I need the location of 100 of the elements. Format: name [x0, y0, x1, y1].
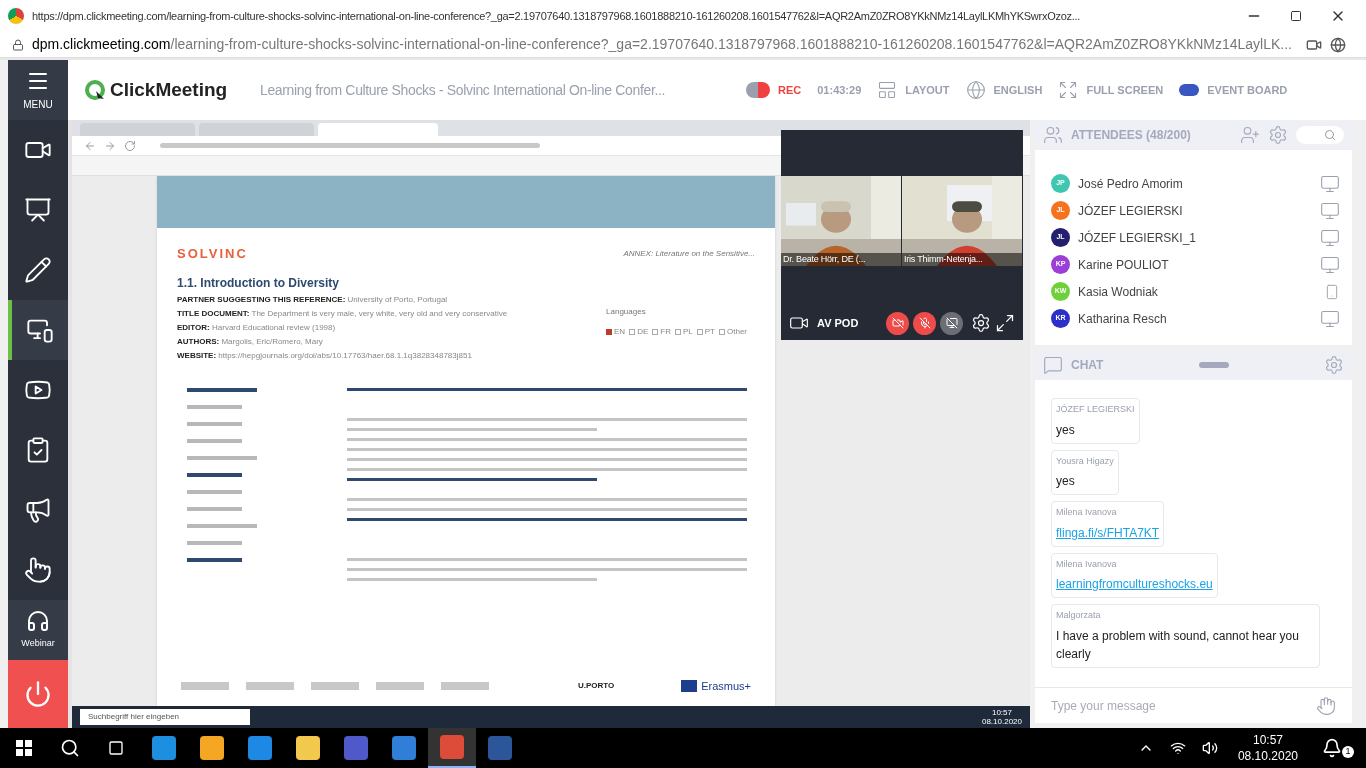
message-text: yes: [1056, 421, 1076, 439]
taskbar-app-icon[interactable]: [200, 736, 224, 760]
sidebar-item[interactable]: [8, 300, 68, 360]
media-toggle-button[interactable]: [940, 311, 963, 335]
chat-title: CHAT: [1071, 357, 1104, 374]
attendee-name[interactable]: Karine POULIOT: [1078, 255, 1312, 274]
language-label: DE: [637, 325, 649, 338]
chrome-icon: [8, 8, 24, 24]
expand-icon[interactable]: [995, 313, 1015, 333]
language-label: PT: [704, 325, 715, 338]
erasmus-logo: Erasmus+: [701, 678, 751, 694]
language-checkbox[interactable]: [719, 328, 725, 335]
message-author: Milena Ivanova: [1056, 506, 1118, 519]
message-field[interactable]: Type your message: [1035, 687, 1352, 723]
window-title: https://dpm.clickmeeting.com/learning-from-culture-shocks-solvinc-international-on-line-conference?_ga=2.19707640.1318797968.1601888210-161260208.1601547762&l=AQR2AmZ0ZRO8YKkNMz14LaylLKMhYKSwrxOzoz...: [32, 8, 1082, 24]
rec-label: REC: [778, 82, 802, 98]
attendee-name[interactable]: Kasia Wodniak: [1078, 282, 1316, 301]
language-checkbox[interactable]: [629, 328, 636, 335]
menu-button[interactable]: MENU: [8, 60, 68, 120]
power-button[interactable]: [8, 660, 68, 728]
search-icon: [1324, 129, 1336, 141]
language-label: EN: [614, 325, 626, 338]
back-icon[interactable]: [84, 139, 96, 152]
reload-icon[interactable]: [124, 139, 136, 152]
participant-name: Iris Thimm-Netenja...: [902, 252, 1022, 266]
windows-logo-icon[interactable]: [16, 740, 32, 756]
rec-timer: 01:43:29: [817, 82, 862, 98]
attendee-name[interactable]: JÓZEF LEGIERSKI: [1078, 201, 1312, 220]
document-heading: 1.1. Introduction to Diversity: [177, 274, 341, 292]
media-toggle-button[interactable]: [913, 311, 936, 335]
monitor-icon: [1320, 200, 1340, 221]
phone-icon: [1324, 283, 1340, 300]
rec-toggle[interactable]: [746, 82, 770, 98]
logo-icon: [84, 79, 106, 101]
language-label: PL: [682, 325, 693, 338]
language-checkbox[interactable]: [696, 328, 703, 335]
message-author: JÓZEF LEGIERSKI: [1056, 403, 1135, 416]
logo-text: ClickMeeting: [110, 77, 228, 102]
brand-logo: SOLVINC: [177, 245, 248, 263]
language-label: FR: [660, 325, 671, 338]
document-field: PARTNER SUGGESTING THIS REFERENCE: University of Porto, Portugal: [177, 293, 508, 306]
volume-icon[interactable]: [1201, 740, 1218, 756]
power-icon: [24, 680, 52, 708]
board-logo-icon: [1179, 84, 1200, 96]
attendees-title: ATTENDEES (48/200): [1071, 127, 1192, 144]
eu-flag-icon: [681, 679, 698, 692]
raise-hand-icon[interactable]: [1316, 695, 1336, 716]
taskbar-app-icon[interactable]: [296, 736, 320, 760]
language-checkbox[interactable]: [652, 328, 659, 335]
mic-off-icon: [918, 317, 931, 329]
taskbar-app-icon[interactable]: [344, 736, 368, 760]
monitor-icon: [1320, 227, 1340, 248]
webinar-button[interactable]: Webinar: [8, 600, 68, 660]
search-icon[interactable]: [60, 738, 80, 758]
presentation-icon: [24, 196, 52, 224]
chat-icon: [1043, 355, 1063, 375]
document-field: AUTHORS: Margolis, Eric/Romero, Mary: [177, 335, 508, 348]
remote-clock: 10:57 08.10.2020: [981, 708, 1022, 726]
meeting-title: Learning from Culture Shocks - Solvinc International On-line Confer...: [260, 80, 667, 100]
translate-icon[interactable]: [1330, 36, 1346, 53]
maximize-icon[interactable]: [1290, 10, 1302, 22]
languages-label: Languages: [606, 305, 647, 318]
monitor-icon: [1320, 254, 1340, 275]
message-author: Milena Ivanova: [1056, 557, 1118, 571]
notification-icon[interactable]: [1322, 738, 1342, 758]
pencil-icon: [24, 256, 52, 284]
layout-icon: [877, 80, 898, 100]
document-field: WEBSITE: https://hepgjournals.org/doi/abs/10.17763/haer.68.1.1q3828348783j851: [177, 349, 508, 362]
attendee-name[interactable]: José Pedro Amorim: [1078, 174, 1312, 193]
resize-handle[interactable]: [1198, 362, 1229, 368]
message-text: yes: [1056, 473, 1076, 490]
monitor-icon: [1320, 173, 1340, 194]
add-user-icon[interactable]: [1240, 125, 1260, 145]
language-checkbox[interactable]: [674, 328, 681, 335]
media-toggle-button[interactable]: [886, 311, 909, 335]
headphones-icon: [26, 609, 50, 634]
remote-search-field[interactable]: Suchbegriff hier eingeben: [80, 709, 250, 725]
fullscreen-icon: [1058, 80, 1079, 100]
language-checkbox[interactable]: [606, 328, 613, 335]
lock-icon: [12, 38, 24, 51]
taskbar-app-icon[interactable]: [248, 736, 272, 760]
address-field[interactable]: dpm.clickmeeting.com/learning-from-culture-shocks-solvinc-international-on-line-conference?_ga=2.19707640.1318797968.1601888210-161260208.1601547762&l=AQR2AmZ0ZRO8YKkNMz14LaylLK...: [32, 34, 1298, 55]
pod-title: AV POD: [817, 315, 859, 331]
search-field[interactable]: [1296, 126, 1344, 144]
pointer-icon: [24, 556, 52, 584]
wifi-icon[interactable]: [1169, 740, 1186, 756]
attendee-name[interactable]: JÓZEF LEGIERSKI_1: [1078, 228, 1312, 247]
task-view-icon[interactable]: [108, 740, 124, 756]
camera-off-icon: [891, 317, 904, 329]
attendee-name[interactable]: Katharina Resch: [1078, 309, 1312, 328]
clock[interactable]: 10:57 08.10.2020: [1237, 732, 1298, 764]
megaphone-icon: [24, 496, 52, 524]
taskbar-app-icon[interactable]: [392, 736, 416, 760]
document-field: TITLE DOCUMENT: The Department is very male, very white, very old and very conservative: [177, 307, 508, 320]
monitor-icon: [1320, 308, 1340, 329]
message-input[interactable]: Type your message: [1051, 696, 1316, 715]
document-field: EDITOR: Harvard Educational review (1998): [177, 321, 508, 334]
taskbar-app-icon[interactable]: [152, 736, 176, 760]
porto-logo: U.PORTO: [577, 679, 615, 692]
annex-text: ANNEX: Literature on the Sensitive...: [623, 247, 755, 260]
